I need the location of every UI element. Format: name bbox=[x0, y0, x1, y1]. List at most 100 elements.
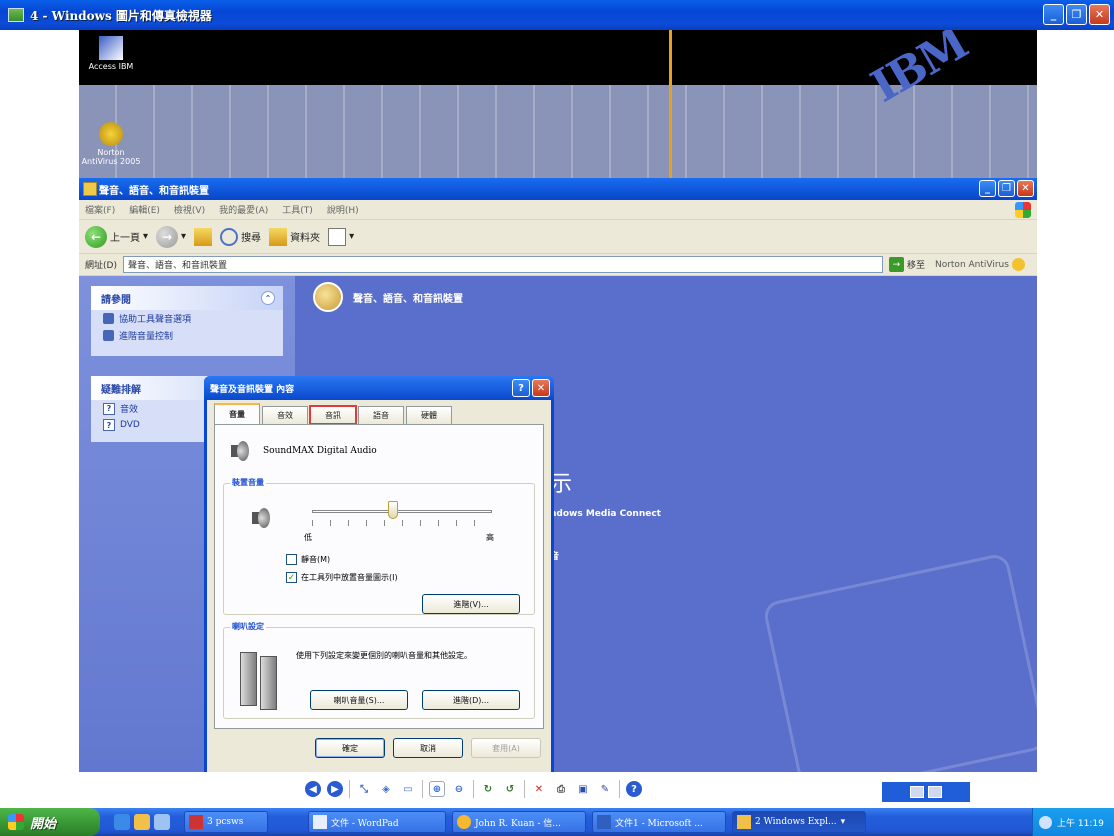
folders-button[interactable]: 資料夾 bbox=[269, 227, 320, 246]
explorer-titlebar: 聲音、語音、和音訊裝置 _ ❐ ✕ bbox=[79, 178, 1037, 200]
norton-label: Norton AntiVirus bbox=[934, 259, 1009, 270]
task-label: John R. Kuan - 信... bbox=[475, 818, 561, 829]
clock[interactable]: 上午 11:19 bbox=[1057, 816, 1104, 829]
see-also-item[interactable]: 進階音量控制 bbox=[91, 327, 283, 344]
media-icon[interactable] bbox=[154, 814, 170, 830]
dialog-help-button[interactable]: ? bbox=[512, 379, 530, 397]
menu-tools[interactable]: 工具(T) bbox=[282, 203, 313, 216]
explorer-maximize-button[interactable]: ❐ bbox=[998, 180, 1015, 197]
menu-edit[interactable]: 編輯(E) bbox=[129, 203, 160, 216]
folders-icon bbox=[269, 227, 288, 246]
tab-volume[interactable]: 音量 bbox=[214, 403, 260, 424]
actual-size-icon[interactable]: ◈ bbox=[378, 781, 394, 797]
norton-toolbar-button[interactable]: Norton AntiVirus bbox=[935, 258, 1025, 271]
up-folder-icon[interactable] bbox=[194, 227, 213, 246]
see-also-item-label: 協助工具聲音選項 bbox=[119, 315, 192, 325]
tray-icon-checkbox[interactable]: ✓ bbox=[286, 572, 297, 583]
tab-voice[interactable]: 語音 bbox=[358, 406, 404, 424]
menu-view[interactable]: 檢視(V) bbox=[174, 203, 205, 216]
next-image-icon[interactable]: ▶ bbox=[327, 781, 343, 797]
menu-help[interactable]: 說明(H) bbox=[327, 203, 359, 216]
cancel-button[interactable]: 取消 bbox=[393, 738, 463, 758]
previous-image-icon[interactable]: ◀ bbox=[305, 781, 321, 797]
mini-icon bbox=[910, 786, 924, 798]
ok-button[interactable]: 確定 bbox=[315, 738, 385, 758]
back-button[interactable]: ← 上一頁 ▾ bbox=[85, 225, 148, 248]
toolbar-divider bbox=[524, 780, 525, 798]
toolbar-divider bbox=[422, 780, 423, 798]
menu-favorites[interactable]: 我的最愛(A) bbox=[219, 203, 268, 216]
device-row: SoundMAX Digital Audio bbox=[229, 439, 377, 463]
ie-icon[interactable] bbox=[114, 814, 130, 830]
volume-advanced-button[interactable]: 進階(V)... bbox=[422, 594, 520, 614]
task-label: 3 pcsws bbox=[207, 817, 244, 827]
taskbar-item-pcsws[interactable]: 3 pcsws bbox=[184, 811, 268, 833]
slideshow-icon[interactable]: ▭ bbox=[400, 781, 416, 797]
taskbar-item-wordpad[interactable]: 文件 - WordPad bbox=[308, 811, 446, 833]
see-also-item[interactable]: 協助工具聲音選項 bbox=[91, 310, 283, 327]
media-connect-link[interactable]: ndows Media Connect bbox=[550, 509, 661, 519]
rotate-counterclockwise-icon[interactable]: ↺ bbox=[502, 781, 518, 797]
access-ibm-icon bbox=[99, 36, 123, 60]
volume-slider-track[interactable] bbox=[312, 510, 492, 513]
print-icon[interactable]: ⎙ bbox=[553, 781, 569, 797]
apply-button[interactable]: 套用(A) bbox=[471, 738, 541, 758]
views-button[interactable]: ▾ bbox=[328, 227, 354, 246]
taskbar-item-explorer[interactable]: 2 Windows Expl... ▾ bbox=[732, 811, 866, 833]
tab-hardware[interactable]: 硬體 bbox=[406, 406, 452, 424]
address-input[interactable]: 聲音、語音、和音訊裝置 bbox=[122, 256, 883, 273]
explorer-close-button[interactable]: ✕ bbox=[1017, 180, 1034, 197]
go-label: 移至 bbox=[906, 261, 925, 271]
tab-audio[interactable]: 音訊 bbox=[309, 405, 357, 425]
folder-icon[interactable] bbox=[134, 814, 150, 830]
speaker-left bbox=[240, 652, 257, 706]
delete-icon[interactable]: ✕ bbox=[531, 781, 547, 797]
taskbar: 開始 3 pcsws 文件 - WordPad John R. Kuan - 信… bbox=[0, 808, 1114, 836]
explorer-title: 聲音、語音、和音訊裝置 bbox=[99, 185, 209, 197]
best-fit-icon[interactable]: ⤡ bbox=[356, 781, 372, 797]
dialog-close-button[interactable]: ✕ bbox=[532, 379, 550, 397]
zoom-out-icon[interactable]: ⊖ bbox=[451, 781, 467, 797]
viewer-minimize-button[interactable]: _ bbox=[1043, 4, 1064, 25]
collapse-icon[interactable]: ⌃ bbox=[261, 291, 275, 305]
desktop-icon-norton[interactable]: Norton AntiVirus 2005 bbox=[81, 122, 141, 166]
viewer-maximize-button[interactable]: ❐ bbox=[1066, 4, 1087, 25]
go-arrow-icon: → bbox=[888, 257, 904, 272]
help-icon[interactable]: ? bbox=[626, 781, 642, 797]
tab-sounds[interactable]: 音效 bbox=[262, 406, 308, 424]
task-label: 2 Windows Expl... bbox=[755, 817, 837, 827]
speaker-volume-button[interactable]: 喇叭音量(S)... bbox=[310, 690, 408, 710]
save-icon[interactable]: ▣ bbox=[575, 781, 591, 797]
tray-icon-checkbox-row[interactable]: ✓ 在工具列中放置音量圖示(I) bbox=[286, 572, 398, 583]
views-icon bbox=[328, 227, 347, 246]
device-volume-label: 裝置音量 bbox=[230, 477, 266, 488]
volume-tray-icon[interactable] bbox=[1039, 815, 1052, 829]
desktop-icon-label: Norton AntiVirus 2005 bbox=[81, 148, 141, 166]
viewer-close-button[interactable]: ✕ bbox=[1089, 4, 1110, 25]
explorer-minimize-button[interactable]: _ bbox=[979, 180, 996, 197]
desktop-icon-access-ibm[interactable]: Access IBM bbox=[81, 36, 141, 71]
start-button[interactable]: 開始 bbox=[0, 808, 100, 836]
mute-checkbox-row[interactable]: 靜音(M) bbox=[286, 554, 330, 565]
see-also-panel: 請參閱 ⌃ 協助工具聲音選項 進階音量控制 bbox=[91, 286, 283, 356]
rotate-clockwise-icon[interactable]: ↻ bbox=[480, 781, 496, 797]
troubleshoot-item-label: 音效 bbox=[120, 405, 139, 415]
system-tray: 上午 11:19 bbox=[1032, 808, 1114, 836]
volume-slider-thumb[interactable] bbox=[388, 501, 398, 519]
taskbar-item-mail[interactable]: John R. Kuan - 信... bbox=[452, 811, 586, 833]
mute-checkbox[interactable] bbox=[286, 554, 297, 565]
tray-icon-label: 在工具列中放置音量圖示(I) bbox=[301, 573, 398, 582]
go-button[interactable]: → 移至 bbox=[888, 257, 925, 272]
edit-icon[interactable]: ✎ bbox=[597, 781, 613, 797]
volume-high-label: 高 bbox=[486, 533, 494, 542]
troubleshoot-title: 疑難排解 bbox=[101, 384, 141, 396]
see-also-header[interactable]: 請參閱 ⌃ bbox=[91, 286, 283, 310]
taskbar-item-word[interactable]: 文件1 - Microsoft ... bbox=[592, 811, 726, 833]
forward-button[interactable]: → ▾ bbox=[156, 225, 186, 248]
menu-file[interactable]: 檔案(F) bbox=[85, 203, 115, 216]
speaker-advanced-button[interactable]: 進階(D)... bbox=[422, 690, 520, 710]
viewed-image: IBM Access IBM Norton AntiVirus 2005 聲音、… bbox=[79, 30, 1037, 772]
search-button[interactable]: 搜尋 bbox=[220, 227, 261, 246]
viewer-title: 4 - Windows 圖片和傳真檢視器 bbox=[30, 8, 212, 23]
zoom-in-icon[interactable]: ⊕ bbox=[429, 781, 445, 797]
